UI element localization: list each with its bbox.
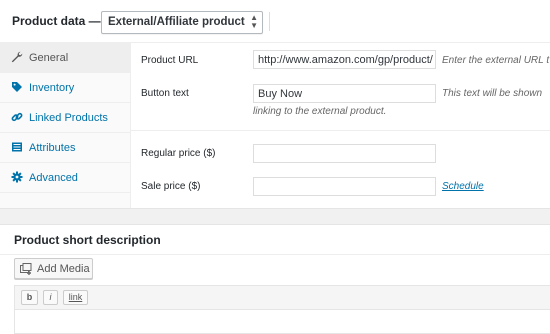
tab-inventory-label: Inventory — [29, 82, 75, 94]
select-arrows-icon: ▲ ▼ — [250, 13, 258, 30]
button-text-description-cont: linking to the external product. — [253, 106, 387, 117]
product-type-value: External/Affiliate product — [108, 16, 245, 28]
regular-price-label: Regular price ($) — [141, 148, 216, 159]
product-url-label: Product URL — [141, 55, 199, 66]
tab-general-label: General — [29, 52, 69, 64]
schedule-link[interactable]: Schedule — [442, 181, 484, 192]
tag-icon — [12, 82, 22, 92]
bold-button[interactable]: b — [21, 290, 38, 305]
italic-button[interactable]: i — [43, 290, 58, 305]
short-description-editor[interactable]: b i link — [14, 285, 550, 334]
short-description-title: Product short description — [14, 233, 161, 247]
button-text-input[interactable]: Buy Now — [253, 84, 436, 103]
link-button[interactable]: link — [63, 290, 88, 305]
tab-attributes-label: Attributes — [29, 142, 76, 154]
tab-linked-products-label: Linked Products — [29, 112, 108, 124]
wrench-icon — [11, 51, 23, 63]
sale-price-input[interactable] — [253, 177, 436, 196]
sale-price-label: Sale price ($) — [141, 181, 201, 192]
section-separator — [131, 130, 550, 131]
tab-inventory[interactable]: Inventory — [0, 73, 130, 103]
product-data-tabs: General Inventory Linked Products Attrib… — [0, 43, 131, 208]
tab-advanced-label: Advanced — [29, 172, 78, 184]
tab-linked-products[interactable]: Linked Products — [0, 103, 130, 133]
regular-price-input[interactable] — [253, 144, 436, 163]
product-url-description: Enter the external URL t — [442, 55, 550, 66]
tab-advanced[interactable]: Advanced — [0, 163, 130, 193]
product-data-header: Product data — External/Affiliate produc… — [0, 0, 550, 43]
product-type-select[interactable]: External/Affiliate product ▲ ▼ — [101, 11, 263, 34]
quicktags-toolbar: b i link — [15, 286, 550, 310]
button-text-description: This text will be shown — [442, 88, 543, 99]
gear-icon — [11, 171, 23, 183]
list-icon — [12, 142, 22, 152]
tab-general[interactable]: General — [0, 43, 130, 73]
add-media-icon — [20, 263, 32, 275]
add-media-label: Add Media — [37, 263, 90, 275]
link-icon — [11, 112, 23, 122]
tab-attributes[interactable]: Attributes — [0, 133, 130, 163]
short-description-box: Product short description Add Media b i … — [0, 224, 550, 334]
header-divider — [269, 12, 270, 31]
add-media-button[interactable]: Add Media — [14, 258, 93, 279]
short-description-divider — [0, 254, 550, 255]
product-url-input[interactable]: http://www.amazon.com/gp/product/ — [253, 50, 436, 69]
button-text-label: Button text — [141, 88, 189, 99]
product-data-panel: Product data — External/Affiliate produc… — [0, 0, 550, 209]
product-data-title: Product data — — [12, 14, 101, 28]
